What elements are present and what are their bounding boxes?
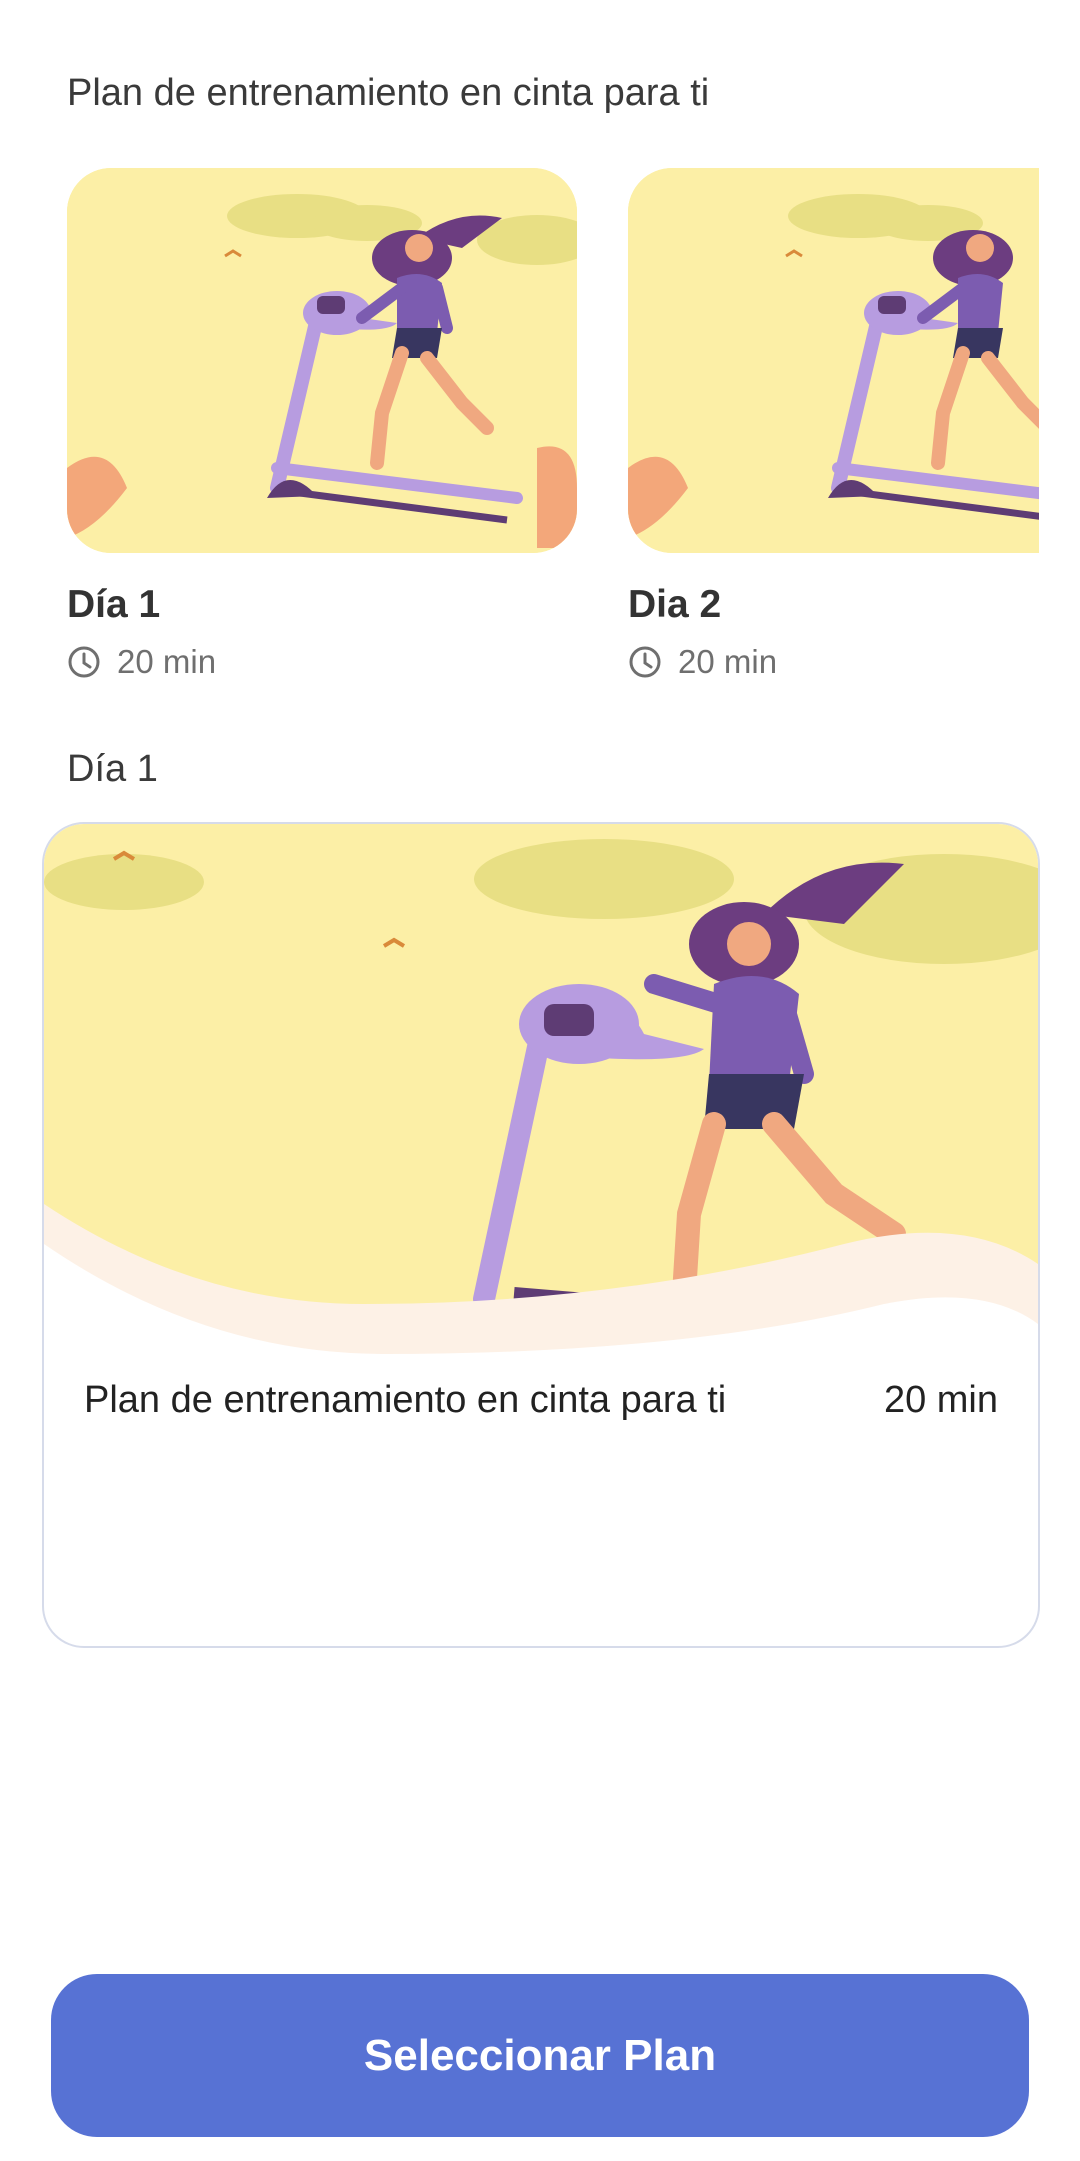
duration-text: 20 min [678, 643, 778, 680]
selected-plan-info: Plan de entrenamiento en cinta para ti 2… [84, 1379, 998, 1422]
day-card-label: Dia 2 [628, 583, 722, 626]
plan-section-title: Plan de entrenamiento en cinta para ti [67, 72, 710, 114]
treadmill-runner-illustration [67, 168, 577, 553]
treadmill-runner-illustration [628, 168, 1039, 553]
selected-day-heading: Día 1 [67, 748, 158, 790]
selected-plan-name: Plan de entrenamiento en cinta para ti [84, 1379, 727, 1421]
day-card-thumbnail [67, 168, 577, 553]
day-card-duration: 20 min [628, 643, 1039, 681]
clock-icon [68, 646, 100, 678]
day-card-2[interactable]: Dia 2 20 min [628, 168, 1039, 681]
day-card-1[interactable]: Día 1 20 min [67, 168, 577, 681]
select-plan-button[interactable]: Seleccionar Plan [51, 1974, 1029, 2137]
treadmill-runner-illustration [44, 824, 1038, 1384]
day-card-label: Día 1 [67, 583, 161, 626]
selected-plan-duration: 20 min [883, 1379, 998, 1421]
duration-text: 20 min [117, 643, 217, 680]
clock-icon [629, 646, 661, 678]
day-card-thumbnail [628, 168, 1039, 553]
day-card-duration: 20 min [67, 643, 577, 681]
day-carousel[interactable]: Día 1 20 min Dia 2 20 min [67, 168, 1039, 708]
selected-plan-card[interactable]: Plan de entrenamiento en cinta para ti 2… [42, 822, 1040, 1648]
